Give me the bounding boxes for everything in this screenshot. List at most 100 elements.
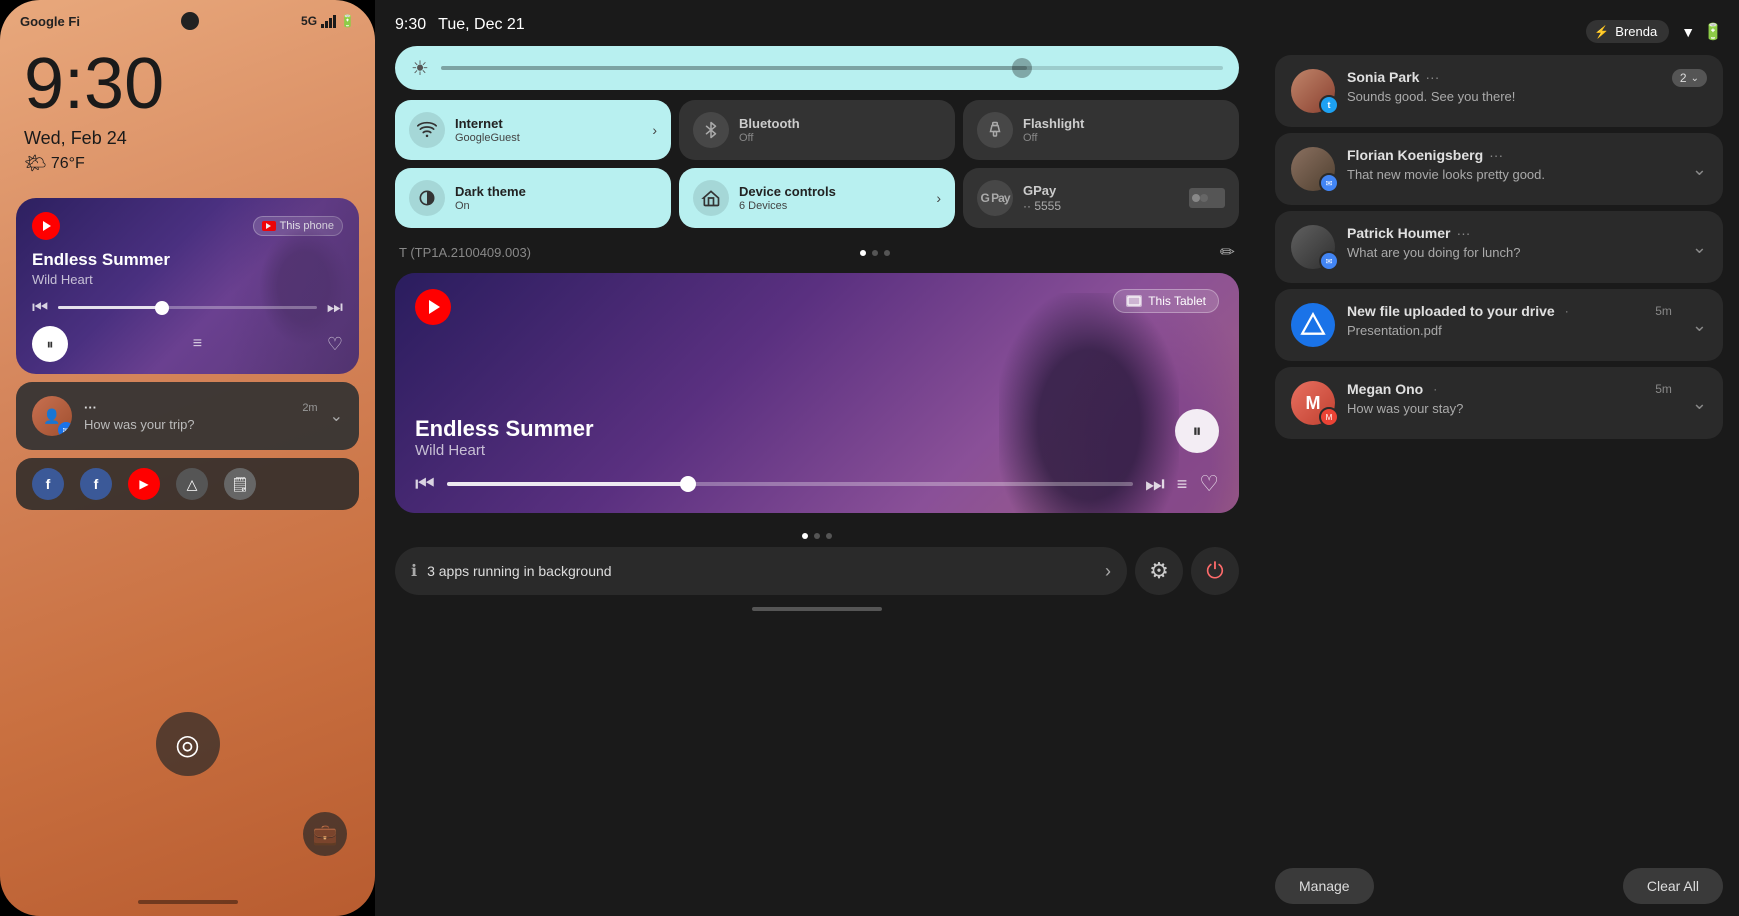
notif-item-florian[interactable]: ✉ Florian Koenigsberg ··· That new movie… [1275,133,1723,205]
brightness-slider[interactable]: ☀ [395,46,1239,90]
drive-avatar [1291,303,1335,347]
tablet-progress-thumb [680,476,696,492]
briefcase-button[interactable]: 💼 [303,812,347,856]
dot-3 [884,250,890,256]
notifications-panel: ⚡ Brenda ▼ 🔋 t Sonia Park ··· Sounds goo… [1259,0,1739,916]
youtube-play-icon[interactable] [32,212,60,240]
tablet-time: 9:30 [395,16,426,34]
tile-darktheme[interactable]: Dark theme On [395,168,671,228]
tablet-youtube-icon[interactable] [415,289,451,325]
expand-icon[interactable]: ⌄ [330,406,343,426]
tile-internet-chevron[interactable]: › [652,122,657,138]
messages-icon: ✉ [1326,179,1333,188]
drive-expand-icon[interactable]: ⌄ [1692,315,1707,336]
clear-all-button[interactable]: Clear All [1623,868,1723,904]
florian-expand-icon[interactable]: ⌄ [1692,159,1707,180]
drive-name-row: New file uploaded to your drive · 5m [1347,303,1672,319]
megan-dot-separator: · [1433,382,1437,396]
phone-panel: Google Fi 5G 🔋 9:30 Wed, Feb 24 🌤 76°F [0,0,375,916]
tablet-progress-fill [447,482,687,486]
page-dots [860,250,890,256]
next-button[interactable]: ⏭ [327,297,343,318]
tile-bluetooth[interactable]: Bluetooth Off [679,100,955,160]
phone-music-card[interactable]: This phone Endless Summer Wild Heart ⏮ ⏭… [16,198,359,374]
facebook-icon[interactable]: f [32,468,64,500]
apps-running-pill[interactable]: ℹ 3 apps running in background › [395,547,1127,595]
twitter-badge: t [1319,95,1339,115]
tablet-status-bar: 9:30 Tue, Dec 21 [395,16,1239,34]
notif-item-sonia[interactable]: t Sonia Park ··· Sounds good. See you th… [1275,55,1723,127]
notification-list: t Sonia Park ··· Sounds good. See you th… [1275,55,1723,856]
megan-expand-icon[interactable]: ⌄ [1692,393,1707,414]
sonia-count-badge: 2 ⌄ [1672,69,1707,87]
florian-avatar: ✉ [1291,147,1335,191]
message-badge-icon: ✉ [63,426,70,435]
tile-devicecontrols-sublabel: 6 Devices [739,200,836,212]
notification-actions: Manage Clear All [1275,868,1723,904]
tablet-prev-button[interactable]: ⏮ [415,471,435,497]
phone-notification-card[interactable]: 👤 ✉ ··· 2m How was your trip? ⌄ [16,382,359,450]
tablet-progress-row: ⏮ ⏭ ≡ ♡ [415,471,1219,497]
phone-time: 9:30 [0,38,375,124]
notif-item-megan[interactable]: M M Megan Ono · 5m How was your stay? ⌄ [1275,367,1723,439]
battery-status-icon: 🔋 [1703,22,1723,42]
status-right: 5G 🔋 [301,14,355,28]
messages-badge-florian: ✉ [1319,173,1339,193]
tile-flashlight[interactable]: Flashlight Off [963,100,1239,160]
tile-devicecontrols[interactable]: Device controls 6 Devices › [679,168,955,228]
tile-gpay[interactable]: G Pay GPay ·· 5555 [963,168,1239,228]
tablet-next-button[interactable]: ⏭ [1145,471,1165,497]
progress-bar[interactable] [58,306,317,309]
notes-icon[interactable]: 🗒 [224,468,256,500]
carrier-label: Google Fi [20,14,80,29]
florian-dots: ··· [1489,147,1503,163]
tile-devicecontrols-chevron[interactable]: › [936,190,941,206]
music-page-dots [395,533,1239,539]
tablet-progress-bar[interactable] [447,482,1133,486]
notif-item-patrick[interactable]: ✉ Patrick Houmer ··· What are you doing … [1275,211,1723,283]
network-label: 5G [301,14,317,28]
notif-panel-top-bar: ⚡ Brenda ▼ 🔋 [1275,12,1723,55]
drive-content: New file uploaded to your drive · 5m Pre… [1347,303,1672,338]
tile-darktheme-sublabel: On [455,200,526,212]
manage-button[interactable]: Manage [1275,868,1374,904]
tablet-queue-button[interactable]: ≡ [1177,474,1188,495]
megan-badge: M [1319,407,1339,427]
edit-icon[interactable]: ✏ [1220,242,1235,263]
messages-icon[interactable]: △ [176,468,208,500]
youtube-icon[interactable]: ▶ [128,468,160,500]
queue-button[interactable]: ≡ [193,335,202,353]
weather-temp: 76°F [51,155,85,173]
notif-item-drive[interactable]: New file uploaded to your drive · 5m Pre… [1275,289,1723,361]
prev-button[interactable]: ⏮ [32,297,48,318]
heart-button[interactable]: ♡ [327,334,343,355]
patrick-avatar: ✉ [1291,225,1335,269]
facebook2-icon[interactable]: f [80,468,112,500]
notif-name-row: ··· 2m [84,400,318,415]
phone-music-subtitle: Wild Heart [32,272,343,287]
tile-flashlight-text: Flashlight Off [1023,116,1084,144]
power-button[interactable]: ⏻ [1191,547,1239,595]
phone-pause-button[interactable]: ⏸ [32,326,68,362]
tablet-time-date: 9:30 Tue, Dec 21 [395,16,525,34]
camera-hole [181,12,199,30]
tablet-music-subtitle: Wild Heart [415,442,1219,459]
tile-bluetooth-text: Bluetooth Off [739,116,800,144]
tablet-music-card[interactable]: This Tablet Endless Summer Wild Heart ⏮ … [395,273,1239,513]
bluetooth-icon [693,112,729,148]
fingerprint-button[interactable]: ◎ [156,712,220,776]
dot-1 [860,250,866,256]
drive-time: 5m [1655,304,1672,318]
twitter-icon: t [1328,100,1331,110]
settings-button[interactable]: ⚙ [1135,547,1183,595]
florian-content: Florian Koenigsberg ··· That new movie l… [1347,147,1672,182]
tile-devicecontrols-label: Device controls [739,184,836,199]
florian-name: Florian Koenigsberg [1347,147,1483,163]
brightness-track[interactable] [441,66,1223,70]
sonia-name-row: Sonia Park ··· [1347,69,1660,85]
home-indicator [138,900,238,904]
tablet-heart-button[interactable]: ♡ [1199,471,1219,497]
patrick-expand-icon[interactable]: ⌄ [1692,237,1707,258]
gear-icon: ⚙ [1149,558,1169,584]
tile-internet[interactable]: Internet GoogleGuest › [395,100,671,160]
